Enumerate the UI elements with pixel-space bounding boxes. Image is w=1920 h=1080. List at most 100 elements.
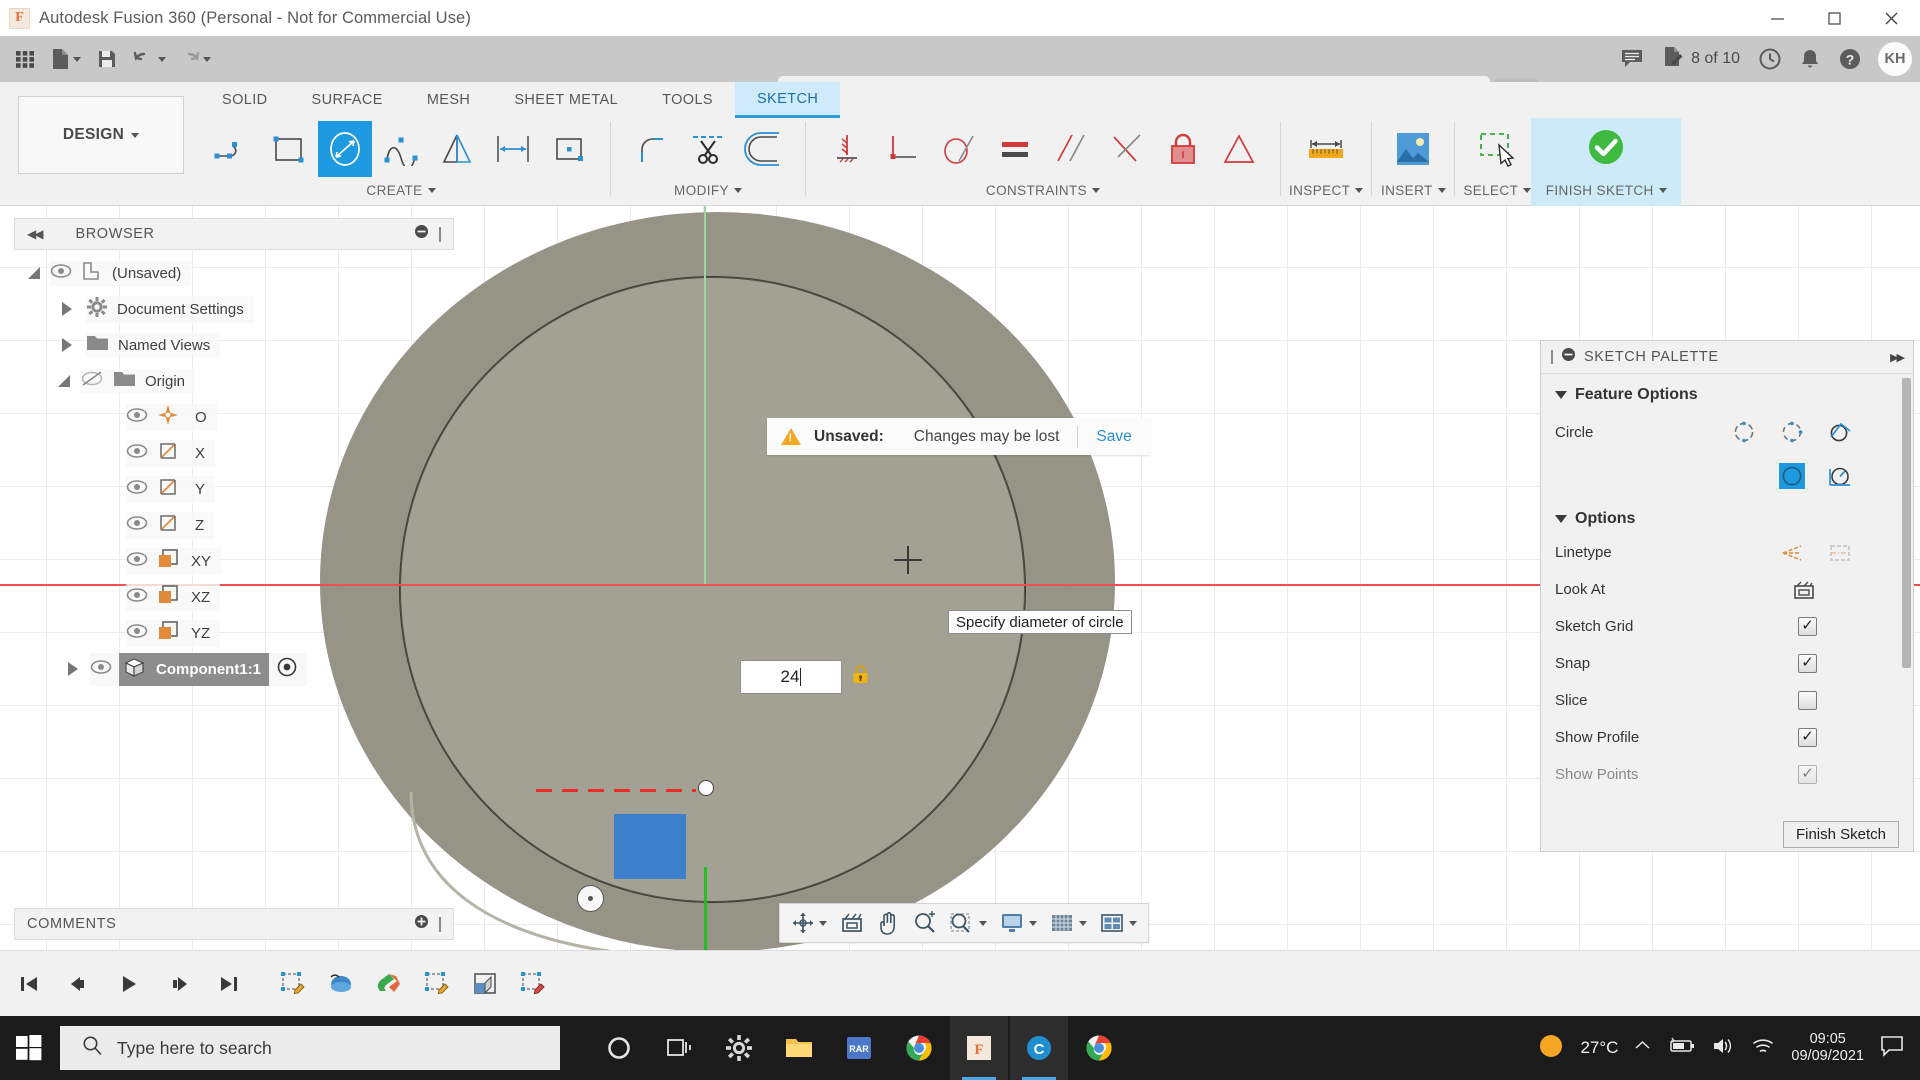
chevron-down-icon[interactable]	[1437, 187, 1446, 193]
tree-row[interactable]: XZ	[14, 579, 474, 615]
equal-constraint[interactable]	[988, 121, 1042, 177]
slice-checkbox[interactable]	[1798, 691, 1817, 710]
drag-grip-icon[interactable]	[1551, 350, 1553, 364]
file-explorer-icon[interactable]	[770, 1016, 828, 1080]
chevron-down-icon[interactable]	[1029, 920, 1037, 926]
tree-row[interactable]: YZ	[14, 615, 474, 651]
tree-row[interactable]: (Unsaved)	[14, 255, 474, 291]
tree-row[interactable]: Y	[14, 471, 474, 507]
sketch-grid-checkbox[interactable]: ✓	[1798, 617, 1817, 636]
lock-closed-icon[interactable]	[851, 664, 870, 690]
tree-row[interactable]: Document Settings	[14, 291, 474, 327]
windows-start-icon[interactable]	[0, 1016, 58, 1080]
spline-tool[interactable]	[374, 121, 428, 177]
tree-row[interactable]: O	[14, 399, 474, 435]
pan-icon[interactable]	[872, 906, 906, 940]
snap-checkbox[interactable]: ✓	[1798, 654, 1817, 673]
zoom-icon[interactable]	[908, 906, 942, 940]
expander-closed-icon[interactable]	[68, 662, 78, 676]
chevron-down-icon[interactable]	[1658, 187, 1667, 193]
apps-grid-icon[interactable]	[6, 39, 44, 79]
fillet-tool[interactable]	[625, 121, 679, 177]
bell-icon[interactable]	[1792, 39, 1828, 79]
section-feature-options[interactable]: Feature Options	[1541, 374, 1913, 410]
tab-surface[interactable]: SURFACE	[290, 82, 405, 118]
grid-snaps-icon[interactable]	[1044, 906, 1092, 940]
expander-closed-icon[interactable]	[62, 302, 72, 316]
chevron-down-icon[interactable]	[1523, 187, 1532, 193]
visibility-eye-icon[interactable]	[90, 659, 112, 680]
tree-row[interactable]: Origin	[14, 363, 474, 399]
step-forward-icon[interactable]	[166, 971, 192, 997]
chevron-down-icon[interactable]	[1092, 187, 1101, 193]
comments-icon[interactable]	[1612, 39, 1652, 79]
tab-solid[interactable]: SOLID	[200, 82, 290, 118]
clock-icon[interactable]	[1750, 39, 1790, 79]
visibility-eye-icon[interactable]	[126, 587, 148, 608]
point-tool[interactable]	[542, 121, 596, 177]
expander-closed-icon[interactable]	[62, 338, 72, 352]
orbit-icon[interactable]	[786, 906, 832, 940]
sketch-feature-icon[interactable]	[422, 969, 452, 999]
3-point-circle-icon[interactable]	[1827, 419, 1853, 445]
tab-tools[interactable]: TOOLS	[640, 82, 735, 118]
look-at-icon[interactable]	[1791, 577, 1817, 603]
chrome-icon[interactable]	[890, 1016, 948, 1080]
chrome-icon[interactable]	[1070, 1016, 1128, 1080]
panel-resize-grip[interactable]	[439, 916, 441, 932]
visibility-eye-icon[interactable]	[126, 515, 148, 536]
credits-indicator[interactable]: 8 of 10	[1654, 39, 1748, 79]
sketch-origin-point[interactable]	[698, 780, 714, 796]
visibility-eye-icon[interactable]	[50, 263, 72, 284]
circle-radius-handle[interactable]	[577, 885, 604, 912]
line-tool[interactable]	[206, 121, 260, 177]
tab-sketch[interactable]: SKETCH	[734, 82, 841, 118]
mirror-tool[interactable]	[430, 121, 484, 177]
plus-circle-icon[interactable]	[414, 914, 429, 934]
sketch-dimension-tool[interactable]	[486, 121, 540, 177]
visibility-eye-icon[interactable]	[126, 623, 148, 644]
maximize-button[interactable]	[1806, 0, 1863, 36]
tree-row-component[interactable]: Component1:1	[14, 651, 474, 687]
workspace-selector[interactable]: DESIGN	[18, 96, 184, 174]
tab-mesh[interactable]: MESH	[405, 82, 493, 118]
perpendicular-constraint[interactable]	[876, 121, 930, 177]
panel-resize-grip[interactable]	[439, 226, 441, 242]
minus-circle-icon[interactable]	[1561, 347, 1576, 367]
finish-sketch-palette-button[interactable]: Finish Sketch	[1782, 821, 1899, 848]
offset-tool[interactable]	[737, 121, 791, 177]
circle-tool[interactable]	[318, 121, 372, 177]
chevron-down-icon[interactable]	[979, 920, 987, 926]
viewports-icon[interactable]	[1094, 906, 1142, 940]
2-tangent-circle-icon[interactable]	[1779, 463, 1805, 489]
insert-image-tool[interactable]	[1386, 121, 1440, 177]
minus-circle-icon[interactable]	[414, 224, 429, 244]
show-points-checkbox[interactable]: ✓	[1798, 765, 1817, 784]
settings-icon[interactable]	[710, 1016, 768, 1080]
expander-open-icon[interactable]	[58, 375, 70, 387]
center-diameter-circle-icon[interactable]	[1731, 419, 1757, 445]
chevron-down-icon[interactable]	[1079, 920, 1087, 926]
task-view-icon[interactable]	[650, 1016, 708, 1080]
chevron-down-icon[interactable]	[1355, 187, 1364, 193]
activate-component-icon[interactable]	[277, 657, 297, 682]
select-tool[interactable]	[1470, 121, 1524, 177]
fix-unfix-constraint[interactable]	[1156, 121, 1210, 177]
look-at-icon[interactable]	[834, 906, 870, 940]
tab-sheet-metal[interactable]: SHEET METAL	[492, 82, 640, 118]
go-to-beginning-icon[interactable]	[16, 971, 42, 997]
revolve-feature-icon[interactable]	[326, 969, 356, 999]
show-hidden-icons-icon[interactable]	[1634, 1039, 1651, 1057]
search-input[interactable]: Type here to search	[60, 1026, 560, 1070]
tree-row[interactable]: XY	[14, 543, 474, 579]
collapse-left-icon[interactable]: ◀◀	[27, 227, 44, 241]
tree-row[interactable]: Z	[14, 507, 474, 543]
battery-charging-icon[interactable]	[1667, 1037, 1695, 1059]
horizontal-vertical-constraint[interactable]	[820, 121, 874, 177]
visibility-eye-icon[interactable]	[126, 443, 148, 464]
play-icon[interactable]	[116, 971, 142, 997]
chevron-down-icon[interactable]	[427, 187, 436, 193]
visibility-eye-icon[interactable]	[126, 551, 148, 572]
save-link[interactable]: Save	[1096, 428, 1131, 446]
visibility-eye-icon[interactable]	[126, 407, 148, 428]
